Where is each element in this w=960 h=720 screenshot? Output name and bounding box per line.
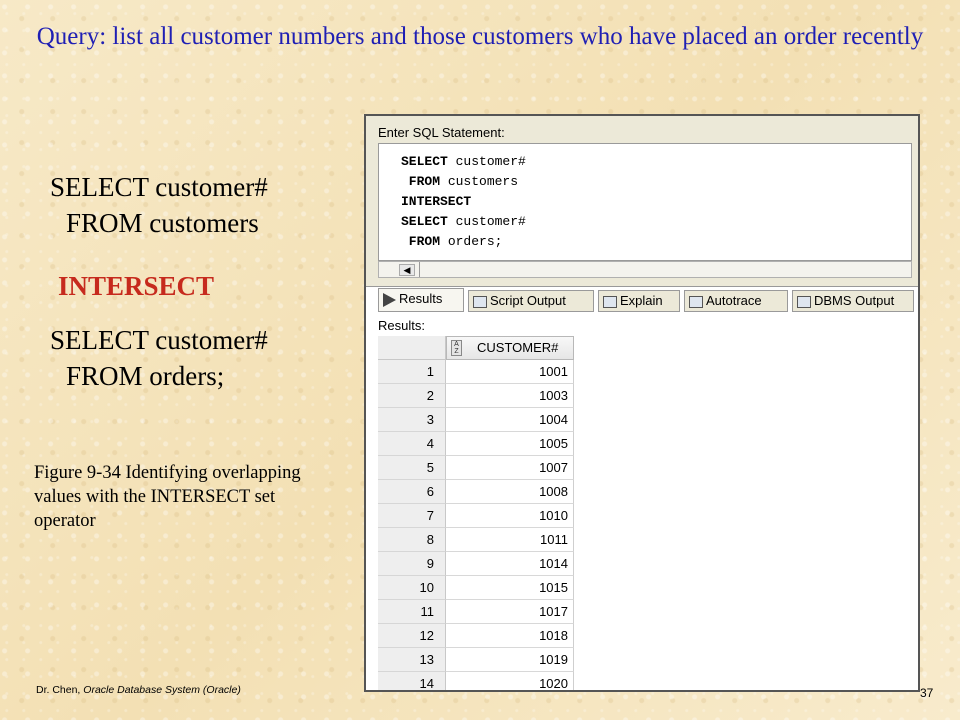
customer-number-cell[interactable]: 1020 — [446, 672, 574, 690]
sql-code-text: customers — [440, 174, 519, 189]
autotrace-icon — [689, 295, 703, 308]
sql-select-line-2: SELECT customer# — [50, 325, 268, 355]
play-icon — [383, 292, 396, 307]
grid-corner — [378, 336, 446, 360]
column-header-label: CUSTOMER# — [477, 340, 559, 355]
row-number: 11 — [378, 600, 446, 624]
table-row[interactable]: 3 1004 — [378, 408, 574, 432]
row-number: 4 — [378, 432, 446, 456]
table-row[interactable]: 14 1020 — [378, 672, 574, 690]
sql-developer-screenshot: Enter SQL Statement: SELECT customer# FR… — [364, 114, 920, 692]
sql-code-text: customer# — [447, 154, 526, 169]
scroll-left-icon[interactable]: ◀ — [399, 264, 415, 276]
customer-number-cell[interactable]: 1018 — [446, 624, 574, 648]
row-number: 10 — [378, 576, 446, 600]
tab-script-output[interactable]: Script Output — [468, 290, 594, 312]
sql-code-line: FROM customers — [401, 172, 526, 192]
row-number: 3 — [378, 408, 446, 432]
sql-keyword: FROM — [401, 234, 441, 249]
footer-credit: Dr. Chen, Oracle Database System (Oracle… — [36, 684, 241, 696]
table-row[interactable]: 12 1018 — [378, 624, 574, 648]
page-number: 37 — [920, 686, 934, 700]
row-number: 1 — [378, 360, 446, 384]
sql-editor[interactable]: SELECT customer# FROM customers INTERSECT… — [378, 143, 912, 261]
sql-from-line-2: FROM orders; — [66, 361, 225, 391]
row-number: 2 — [378, 384, 446, 408]
sql-code-line: SELECT customer# — [401, 152, 526, 172]
customer-number-cell[interactable]: 1003 — [446, 384, 574, 408]
tab-autotrace-label: Autotrace — [706, 293, 762, 308]
tab-dbms-output[interactable]: DBMS Output — [792, 290, 914, 312]
table-row[interactable]: 9 1014 — [378, 552, 574, 576]
tab-dbms-output-label: DBMS Output — [814, 293, 895, 308]
tab-explain-label: Explain — [620, 293, 663, 308]
table-row[interactable]: 8 1011 — [378, 528, 574, 552]
column-header-customer[interactable]: AZ CUSTOMER# — [446, 336, 574, 360]
customer-number-cell[interactable]: 1014 — [446, 552, 574, 576]
customer-number-cell[interactable]: 1011 — [446, 528, 574, 552]
customer-number-cell[interactable]: 1015 — [446, 576, 574, 600]
horizontal-scrollbar[interactable]: ◀ — [378, 261, 912, 278]
output-tabs: Results Script Output Explain Autotrace … — [378, 288, 918, 314]
sql-code: SELECT customer# FROM customers INTERSECT… — [401, 152, 526, 252]
sql-editor-panel: Enter SQL Statement: SELECT customer# FR… — [366, 116, 918, 287]
table-row[interactable]: 7 1010 — [378, 504, 574, 528]
tab-autotrace[interactable]: Autotrace — [684, 290, 788, 312]
table-row[interactable]: 4 1005 — [378, 432, 574, 456]
table-row[interactable]: 6 1008 — [378, 480, 574, 504]
row-number: 5 — [378, 456, 446, 480]
sql-code-line: INTERSECT — [401, 192, 526, 212]
sql-code-line: FROM orders; — [401, 232, 526, 252]
row-number: 13 — [378, 648, 446, 672]
sql-code-line: SELECT customer# — [401, 212, 526, 232]
enter-sql-label: Enter SQL Statement: — [378, 125, 505, 140]
slide-title: Query: list all customer numbers and tho… — [36, 23, 924, 50]
customer-number-cell[interactable]: 1001 — [446, 360, 574, 384]
sql-code-text: customer# — [447, 214, 526, 229]
tab-explain[interactable]: Explain — [598, 290, 680, 312]
table-row[interactable]: 10 1015 — [378, 576, 574, 600]
table-row[interactable]: 1 1001 — [378, 360, 574, 384]
customer-number-cell[interactable]: 1008 — [446, 480, 574, 504]
dbms-icon — [797, 295, 811, 308]
sql-keyword: SELECT — [401, 154, 448, 169]
table-row[interactable]: 2 1003 — [378, 384, 574, 408]
script-icon — [473, 295, 487, 308]
row-number: 14 — [378, 672, 446, 690]
sort-icon[interactable]: AZ — [451, 340, 462, 356]
tab-results-label: Results — [399, 291, 443, 306]
figure-caption: Figure 9-34 Identifying overlapping valu… — [34, 463, 301, 531]
scroll-thumb[interactable] — [419, 262, 420, 277]
row-number: 7 — [378, 504, 446, 528]
tab-script-output-label: Script Output — [490, 293, 566, 308]
footer-course: Oracle Database System (Oracle) — [83, 684, 241, 696]
row-number: 6 — [378, 480, 446, 504]
results-grid: AZ CUSTOMER# 1 1001 2 1003 3 1004 4 1005 5 1007 6 1… — [378, 336, 918, 690]
intersect-keyword: INTERSECT — [58, 271, 215, 301]
sql-keyword: FROM — [401, 174, 441, 189]
customer-number-cell[interactable]: 1017 — [446, 600, 574, 624]
sql-code-text: orders; — [440, 234, 503, 249]
sql-keyword: SELECT — [401, 214, 448, 229]
customer-number-cell[interactable]: 1007 — [446, 456, 574, 480]
customer-number-cell[interactable]: 1019 — [446, 648, 574, 672]
sql-keyword: INTERSECT — [401, 194, 472, 209]
customer-number-cell[interactable]: 1010 — [446, 504, 574, 528]
customer-number-cell[interactable]: 1004 — [446, 408, 574, 432]
table-row[interactable]: 11 1017 — [378, 600, 574, 624]
row-number: 8 — [378, 528, 446, 552]
grid-header: AZ CUSTOMER# — [378, 336, 574, 360]
row-number: 12 — [378, 624, 446, 648]
row-number: 9 — [378, 552, 446, 576]
table-row[interactable]: 13 1019 — [378, 648, 574, 672]
explain-icon — [603, 295, 617, 308]
customer-number-cell[interactable]: 1005 — [446, 432, 574, 456]
sql-select-line-1: SELECT customer# — [50, 172, 268, 202]
results-label: Results: — [378, 318, 425, 333]
sql-from-line-1: FROM customers — [66, 208, 259, 238]
table-row[interactable]: 5 1007 — [378, 456, 574, 480]
footer-author: Dr. Chen, — [36, 684, 81, 696]
tab-results[interactable]: Results — [378, 288, 464, 312]
